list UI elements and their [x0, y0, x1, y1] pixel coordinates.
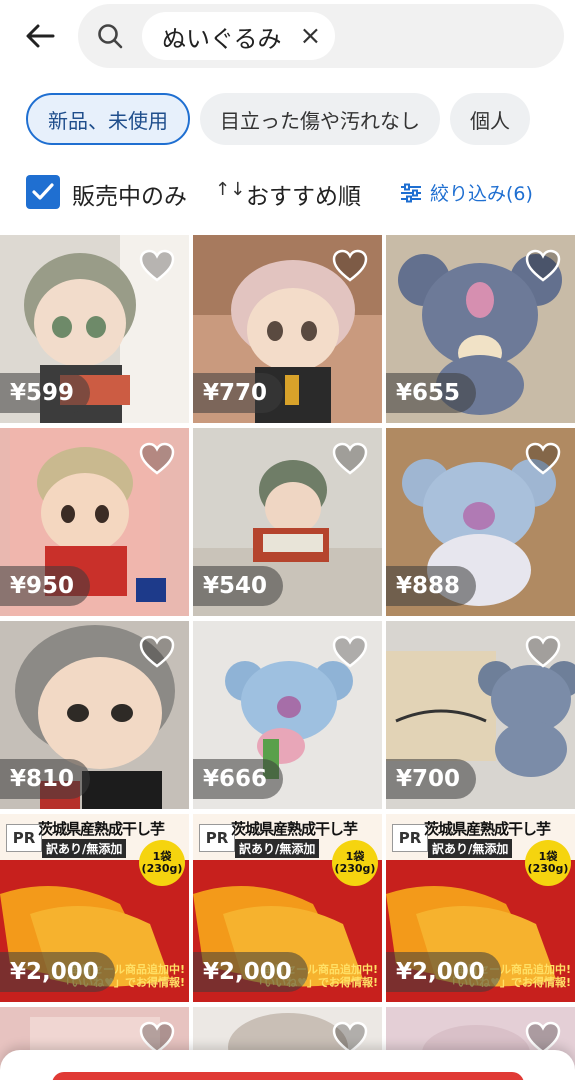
search-query-text: ぬいぐるみ: [162, 24, 282, 53]
heart-icon[interactable]: [332, 442, 368, 476]
price-tag: ¥655: [386, 373, 477, 413]
header: ぬいぐるみ ×: [0, 0, 575, 76]
pr-badge: PR: [392, 824, 428, 852]
price-tag: ¥2,000: [193, 952, 308, 992]
sliders-icon: [401, 183, 421, 202]
refine-button[interactable]: 絞り込み(6): [400, 179, 533, 206]
product-card[interactable]: ¥540: [193, 428, 382, 616]
ad-card[interactable]: PR 茨城県産熟成干し芋 訳あり/無添加 1袋 (230g) 毎日セール商品追加中…: [0, 814, 189, 1002]
pr-badge: PR: [199, 824, 235, 852]
price-tag: ¥700: [386, 759, 477, 799]
search-icon: [98, 24, 123, 49]
heart-icon[interactable]: [139, 442, 175, 476]
price-tag: ¥2,000: [386, 952, 501, 992]
heart-icon[interactable]: [525, 635, 561, 669]
close-icon[interactable]: ×: [300, 23, 322, 49]
product-card[interactable]: ¥700: [386, 621, 575, 809]
chip-new-unused[interactable]: 新品、未使用: [26, 93, 190, 145]
sort-arrows-icon[interactable]: ↑↓: [215, 179, 245, 200]
ad-subline: 訳あり/無添加: [428, 839, 513, 858]
bottom-sheet: [0, 1050, 575, 1080]
ad-bag-bottom: (230g): [334, 862, 376, 875]
sale-only-label[interactable]: 販売中のみ: [72, 177, 187, 211]
ad-bag-badge: 1袋 (230g): [139, 840, 185, 886]
search-query-chip[interactable]: ぬいぐるみ ×: [142, 12, 336, 60]
ad-card[interactable]: PR 茨城県産熟成干し芋 訳あり/無添加 1袋 (230g) 毎日セール商品追加中…: [193, 814, 382, 1002]
heart-icon[interactable]: [525, 249, 561, 283]
chip-no-damage[interactable]: 目立った傷や汚れなし: [200, 93, 440, 145]
refine-label: 絞り込み(6): [430, 183, 533, 205]
ad-bag-badge: 1袋 (230g): [332, 840, 378, 886]
ad-subline: 訳あり/無添加: [235, 839, 320, 858]
price-tag: ¥950: [0, 566, 91, 606]
price-tag: ¥666: [193, 759, 284, 799]
heart-icon[interactable]: [525, 442, 561, 476]
ad-bag-badge: 1袋 (230g): [525, 840, 571, 886]
heart-icon[interactable]: [332, 249, 368, 283]
sort-bar: 販売中のみ ↑↓ おすすめ順 絞り込み(6): [0, 165, 575, 221]
price-tag: ¥888: [386, 566, 477, 606]
ad-subline: 訳あり/無添加: [42, 839, 127, 858]
ad-bag-bottom: (230g): [527, 862, 569, 875]
ad-headline: 茨城県産熟成干し芋: [424, 820, 551, 838]
heart-icon[interactable]: [139, 635, 175, 669]
price-tag: ¥540: [193, 566, 284, 606]
product-card[interactable]: ¥888: [386, 428, 575, 616]
ad-headline: 茨城県産熟成干し芋: [38, 820, 165, 838]
pr-badge: PR: [6, 824, 42, 852]
heart-icon[interactable]: [139, 249, 175, 283]
price-tag: ¥599: [0, 373, 91, 413]
price-tag: ¥770: [193, 373, 284, 413]
product-card[interactable]: ¥655: [386, 235, 575, 423]
checkmark-icon: [32, 183, 54, 200]
sale-only-checkbox[interactable]: [26, 175, 60, 209]
price-tag: ¥810: [0, 759, 91, 799]
chip-individual[interactable]: 個人: [450, 93, 530, 145]
heart-icon[interactable]: [332, 635, 368, 669]
ad-card[interactable]: PR 茨城県産熟成干し芋 訳あり/無添加 1袋 (230g) 毎日セール商品追加中…: [386, 814, 575, 1002]
back-button[interactable]: [18, 14, 62, 58]
product-card[interactable]: ¥666: [193, 621, 382, 809]
search-bar[interactable]: ぬいぐるみ ×: [78, 4, 564, 68]
ad-bag-bottom: (230g): [141, 862, 183, 875]
product-card[interactable]: ¥950: [0, 428, 189, 616]
product-card[interactable]: ¥770: [193, 235, 382, 423]
price-tag: ¥2,000: [0, 952, 115, 992]
bottom-cta-button[interactable]: [52, 1072, 524, 1080]
product-card[interactable]: ¥599: [0, 235, 189, 423]
sort-order-button[interactable]: おすすめ順: [246, 177, 361, 211]
filter-chips: 新品、未使用 目立った傷や汚れなし 個人: [26, 93, 575, 147]
product-card[interactable]: ¥810: [0, 621, 189, 809]
ad-headline: 茨城県産熟成干し芋: [231, 820, 358, 838]
arrow-left-icon: [26, 24, 55, 48]
